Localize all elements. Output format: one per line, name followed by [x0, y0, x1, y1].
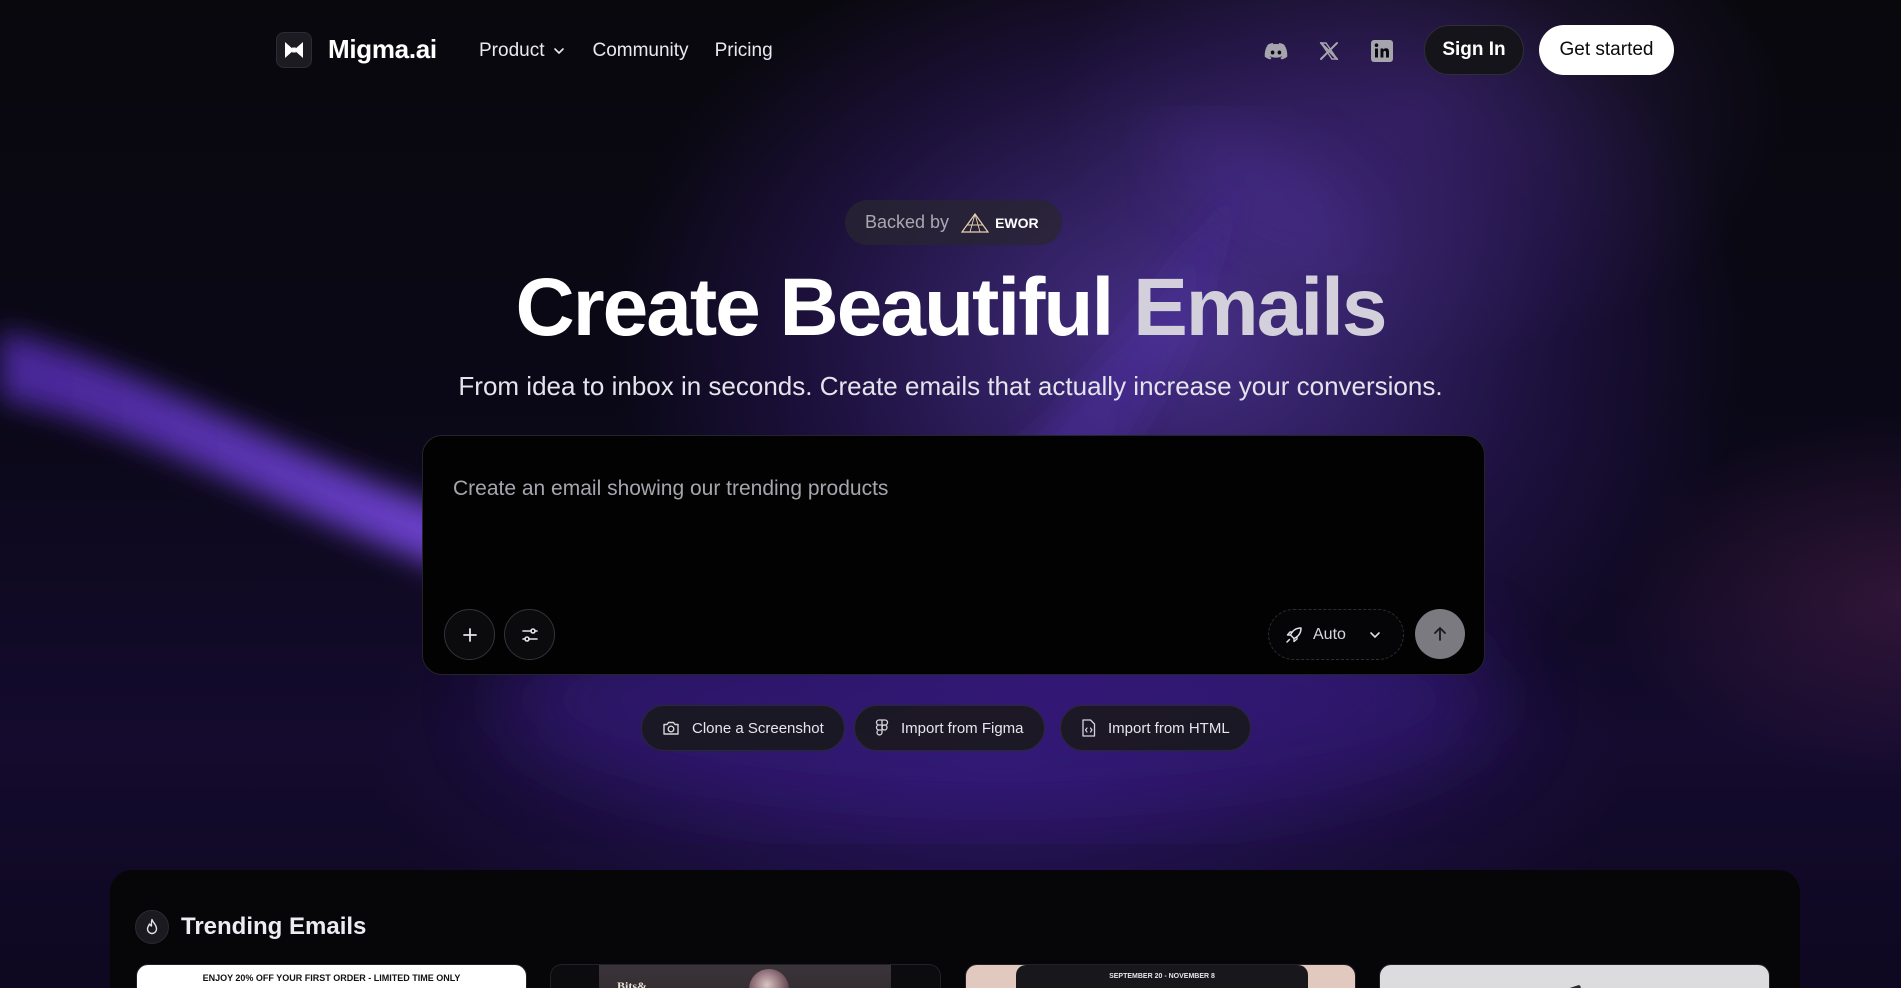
- chip-label: Import from HTML: [1108, 719, 1230, 737]
- trending-email-card[interactable]: [1379, 964, 1770, 988]
- chevron-down-icon: [554, 48, 565, 54]
- sign-in-button[interactable]: Sign In: [1424, 25, 1524, 75]
- arrow-up-icon: [1434, 627, 1446, 641]
- ewor-logo: EWOR: [961, 212, 1039, 233]
- card-brand-text: Bits&: [617, 979, 647, 988]
- trending-title: Trending Emails: [181, 913, 367, 940]
- trending-email-card[interactable]: SEPTEMBER 20 - NOVEMBER 8: [965, 964, 1356, 988]
- nav-item-label: Pricing: [714, 40, 773, 61]
- camera-icon: [663, 721, 679, 735]
- card-banner-text: ENJOY 20% OFF YOUR FIRST ORDER - LIMITED…: [202, 973, 461, 983]
- settings-button[interactable]: [504, 609, 555, 660]
- prompt-composer: Auto: [422, 435, 1485, 675]
- send-button[interactable]: [1415, 609, 1465, 659]
- nav-item-label: Product: [479, 40, 545, 61]
- ewor-pyramid-icon: [961, 212, 990, 233]
- linkedin-link[interactable]: [1368, 37, 1396, 65]
- discord-icon: [1264, 43, 1288, 60]
- card-image: [749, 969, 789, 988]
- chevron-down-icon: [1368, 628, 1382, 642]
- clone-screenshot-button[interactable]: Clone a Screenshot: [641, 705, 845, 751]
- mode-label: Auto: [1313, 625, 1346, 643]
- headline-part1: Create Beautiful: [515, 262, 1114, 353]
- backed-by-badge: Backed by EWOR: [845, 200, 1062, 245]
- top-navigation: Migma.ai Product Community Pricing Sign …: [0, 0, 1901, 100]
- import-figma-button[interactable]: Import from Figma: [854, 705, 1045, 751]
- chip-label: Clone a Screenshot: [692, 719, 824, 737]
- add-attachment-button[interactable]: [444, 609, 495, 660]
- plus-icon: [462, 627, 477, 642]
- nav-item-label: Community: [592, 40, 689, 61]
- get-started-button[interactable]: Get started: [1539, 25, 1674, 75]
- rocket-icon: [1286, 626, 1302, 643]
- backer-name: EWOR: [995, 214, 1039, 231]
- logo[interactable]: [276, 32, 312, 68]
- card-preview: SEPTEMBER 20 - NOVEMBER 8: [1016, 965, 1308, 988]
- brand-name[interactable]: Migma.ai: [328, 34, 437, 65]
- x-icon: [1319, 42, 1339, 60]
- nav-item-pricing[interactable]: Pricing: [715, 40, 773, 62]
- flame-icon: [135, 910, 169, 944]
- prompt-input[interactable]: [453, 474, 1433, 504]
- headline-part2: Emails: [1133, 262, 1387, 353]
- chip-label: Import from Figma: [901, 719, 1024, 737]
- card-date-text: SEPTEMBER 20 - NOVEMBER 8: [1109, 973, 1215, 980]
- trending-email-card[interactable]: ENJOY 20% OFF YOUR FIRST ORDER - LIMITED…: [136, 964, 527, 988]
- backed-by-label: Backed by: [865, 212, 950, 232]
- x-link[interactable]: [1315, 37, 1343, 65]
- hero-headline: Create Beautiful Emails: [0, 258, 1901, 358]
- bowtie-logo-icon: [285, 42, 303, 58]
- linkedin-icon: [1371, 40, 1393, 62]
- figma-icon: [875, 719, 889, 736]
- card-image: [1564, 984, 1582, 988]
- nav-item-product[interactable]: Product: [479, 40, 566, 62]
- card-preview: Bits&: [599, 965, 891, 988]
- sliders-icon: [521, 627, 538, 642]
- trending-section: Trending Emails ENJOY 20% OFF YOUR FIRST…: [110, 870, 1800, 988]
- trending-email-card[interactable]: Bits&: [550, 964, 941, 988]
- hero-subheadline: From idea to inbox in seconds. Create em…: [458, 371, 1443, 401]
- mode-select[interactable]: Auto: [1268, 609, 1404, 660]
- html-file-icon: [1082, 719, 1096, 737]
- nav-links: Product Community Pricing: [479, 40, 773, 62]
- nav-item-community[interactable]: Community: [592, 40, 688, 62]
- import-html-button[interactable]: Import from HTML: [1060, 705, 1251, 751]
- discord-link[interactable]: [1262, 37, 1290, 65]
